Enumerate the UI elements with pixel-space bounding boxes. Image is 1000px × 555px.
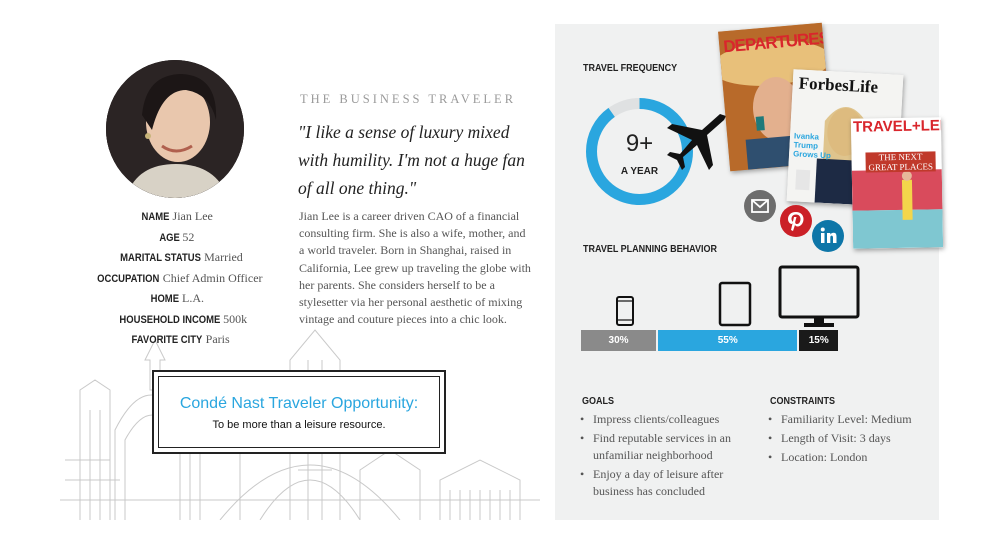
constraint-item: Length of Visit: 3 days bbox=[768, 430, 938, 447]
persona-photo bbox=[106, 60, 244, 198]
tablet-icon bbox=[718, 281, 752, 327]
goals-list: Impress clients/colleagues Find reputabl… bbox=[580, 411, 750, 502]
forbeslife-title: ForbesLife bbox=[798, 73, 879, 97]
constraints-label: CONSTRAINTS bbox=[770, 396, 836, 407]
constraints-list: Familiarity Level: Medium Length of Visi… bbox=[768, 411, 938, 468]
stat-occupation: OCCUPATION Chief Admin Officer bbox=[97, 270, 263, 285]
stat-marital-status: MARITAL STATUS Married bbox=[120, 250, 243, 264]
constraint-item: Familiarity Level: Medium bbox=[768, 411, 938, 428]
stat-age: AGE 52 bbox=[158, 229, 195, 244]
stat-home: HOME L.A. bbox=[150, 291, 204, 305]
opportunity-text: To be more than a leisure resource. bbox=[212, 419, 386, 431]
planning-bar-phone: 30% bbox=[581, 330, 657, 351]
forbeslife-cover-text: Ivanka Trump Grows Up bbox=[792, 131, 832, 161]
travel-frequency-label: TRAVEL FREQUENCY bbox=[583, 63, 678, 74]
travel-leisure-title: TRAVEL+LEISURE bbox=[852, 117, 944, 136]
persona-stats: NAME Jian Lee AGE 52 MARITAL STATUS Marr… bbox=[60, 207, 290, 351]
pinterest-icon[interactable] bbox=[780, 205, 812, 237]
opportunity-title: Condé Nast Traveler Opportunity: bbox=[179, 395, 419, 412]
goal-item: Impress clients/colleagues bbox=[580, 411, 750, 428]
linkedin-icon[interactable] bbox=[812, 220, 844, 252]
phone-icon bbox=[616, 296, 634, 326]
airplane-icon bbox=[667, 114, 726, 170]
persona-kicker: THE BUSINESS TRAVELER bbox=[300, 92, 517, 106]
stat-favorite-city: FAVORITE CITY Paris bbox=[131, 332, 230, 346]
stat-household-income: HOUSEHOLD INCOME 500k bbox=[119, 311, 248, 326]
planning-bar-tablet: 55% bbox=[658, 330, 798, 351]
constraint-item: Location: London bbox=[768, 449, 938, 466]
stat-name: NAME Jian Lee bbox=[141, 209, 213, 223]
planning-bar-desktop: 15% bbox=[799, 330, 838, 351]
travel-planning-label: TRAVEL PLANNING BEHAVIOR bbox=[583, 244, 718, 255]
goals-label: GOALS bbox=[582, 396, 615, 407]
persona-bio: Jian Lee is a career driven CAO of a fin… bbox=[299, 209, 531, 327]
goal-item: Find reputable services in an unfamiliar… bbox=[580, 430, 750, 464]
desktop-icon bbox=[778, 265, 860, 327]
travel-leisure-cover-text: THE NEXT GREAT PLACES bbox=[865, 151, 936, 173]
travel-leisure-cover: TRAVEL+LEISURE THE NEXT GREAT PLACES bbox=[850, 117, 944, 249]
opportunity-inner-frame: Condé Nast Traveler Opportunity: To be m… bbox=[158, 376, 440, 448]
persona-quote: "I like a sense of luxury mixed with hum… bbox=[298, 122, 525, 198]
opportunity-box: Condé Nast Traveler Opportunity: To be m… bbox=[152, 370, 446, 454]
goal-item: Enjoy a day of leisure after business ha… bbox=[580, 466, 750, 500]
email-icon[interactable] bbox=[744, 190, 776, 222]
